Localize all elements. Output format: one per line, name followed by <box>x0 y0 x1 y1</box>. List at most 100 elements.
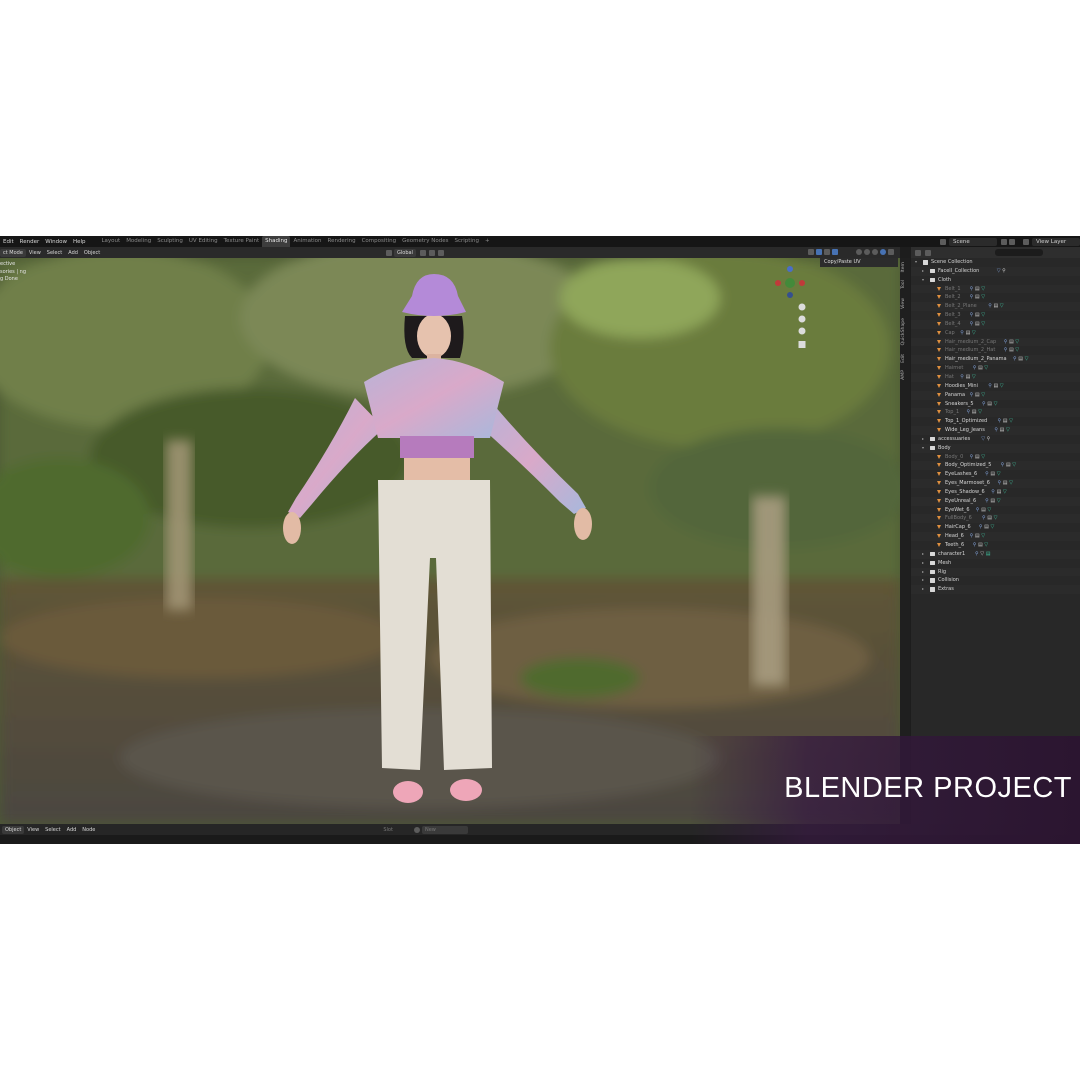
shader-menu-node[interactable]: Node <box>79 827 98 833</box>
menu-add[interactable]: Add <box>65 250 81 256</box>
outliner-row[interactable]: Sneakers_5 ⚲ ▤ ▽ <box>911 400 1080 409</box>
outliner-row[interactable]: ▸ accessuaries ▽ ⚲ <box>911 435 1080 444</box>
expand-arrow-icon[interactable]: ▾ <box>922 444 924 453</box>
menu-render[interactable]: Render <box>17 239 43 245</box>
view-layer-selector[interactable]: View Layer <box>1032 237 1080 246</box>
expand-arrow-icon[interactable]: ▾ <box>922 276 924 285</box>
expand-arrow-icon[interactable]: ▸ <box>922 267 924 276</box>
outliner-row[interactable]: EyeLashes_6 ⚲ ▤ ▽ <box>911 470 1080 479</box>
shader-mode-dropdown[interactable]: Object <box>2 825 25 834</box>
outliner-row[interactable]: Panama ⚲ ▤ ▽ <box>911 390 1080 400</box>
outliner-row[interactable]: Top_1_Optimized ⚲ ▤ ▽ <box>911 417 1080 426</box>
outliner-row[interactable]: Eyes_Shadow_6 ⚲ ▤ ▽ <box>911 488 1080 497</box>
delete-scene-icon[interactable] <box>1009 238 1015 245</box>
outliner-row[interactable]: EyeUnreal_6 ⚲ ▤ ▽ <box>911 496 1080 506</box>
outliner-row[interactable]: Hat ⚲ ▤ ▽ <box>911 372 1080 382</box>
wireframe-shading-icon[interactable] <box>856 249 862 255</box>
mode-dropdown[interactable]: ct Mode <box>0 248 26 257</box>
tab-amp[interactable]: AMP <box>901 370 906 380</box>
shader-menu-select[interactable]: Select <box>42 827 63 833</box>
outliner-row[interactable]: Top_1 ⚲ ▤ ▽ <box>911 408 1080 418</box>
navigation-gizmo[interactable] <box>770 261 810 351</box>
outliner-row[interactable]: ▸ Facell_Collection ▽ ⚲ <box>911 266 1080 276</box>
shader-menu-add[interactable]: Add <box>64 827 80 833</box>
outliner-row[interactable]: ▸ Rig <box>911 567 1080 577</box>
outliner-row[interactable]: Hair_medium_2_Hat ⚲ ▤ ▽ <box>911 346 1080 355</box>
new-material-button[interactable]: New <box>421 825 468 834</box>
tab-quickshape[interactable]: QuickShape <box>901 318 906 345</box>
outliner-row[interactable]: Teeth_6 ⚲ ▤ ▽ <box>911 541 1080 550</box>
editor-type-icon[interactable] <box>915 249 921 256</box>
expand-arrow-icon[interactable]: ▸ <box>922 435 924 444</box>
outliner-row[interactable]: Body_Optimized_5 ⚲ ▤ ▽ <box>911 461 1080 471</box>
expand-arrow-icon[interactable]: ▸ <box>922 550 924 559</box>
outliner-row[interactable]: Eyes_Marmoset_6 ⚲ ▤ ▽ <box>911 479 1080 488</box>
outliner-row[interactable]: Hair_medium_2_Cap ⚲ ▤ ▽ <box>911 337 1080 347</box>
outliner-row[interactable]: Hoodies_Mini ⚲ ▤ ▽ <box>911 382 1080 391</box>
outliner-row[interactable]: Belt_4 ⚲ ▤ ▽ <box>911 319 1080 329</box>
menu-window[interactable]: Window <box>42 239 70 245</box>
tab-layout[interactable]: Layout <box>98 236 123 247</box>
outliner-row[interactable]: ▸ Mesh <box>911 559 1080 568</box>
new-scene-icon[interactable] <box>1001 238 1007 245</box>
outliner-row[interactable]: ▸ character1 ⚲ ▽ ▤ <box>911 549 1080 559</box>
tab-texture-paint[interactable]: Texture Paint <box>221 236 263 247</box>
gizmo-toggle-icon[interactable] <box>816 249 822 255</box>
outliner-row[interactable]: ▸ Extras <box>911 585 1080 595</box>
outliner-row[interactable]: EyeWet_6 ⚲ ▤ ▽ <box>911 506 1080 515</box>
expand-arrow-icon[interactable]: ▾ <box>915 258 917 267</box>
outliner-row[interactable]: Body_0 ⚲ ▤ ▽ <box>911 453 1080 462</box>
outliner-row[interactable]: Belt_2 ⚲ ▤ ▽ <box>911 293 1080 302</box>
tab-modeling[interactable]: Modeling <box>123 236 154 247</box>
tab-shading[interactable]: Shading <box>262 236 291 247</box>
slot-dropdown[interactable]: Slot <box>380 827 396 833</box>
display-mode-icon[interactable] <box>925 249 931 256</box>
outliner-search-input[interactable] <box>995 249 1043 256</box>
menu-edit[interactable]: Edit <box>0 239 17 245</box>
proportional-edit-icon[interactable] <box>437 250 444 256</box>
tab-tool[interactable]: Tool <box>901 280 906 289</box>
shader-menu-view[interactable]: View <box>24 827 42 833</box>
tab-compositing[interactable]: Compositing <box>359 236 399 247</box>
menu-view[interactable]: View <box>26 250 44 256</box>
orientation-dropdown[interactable]: Global <box>394 249 416 257</box>
tab-animation[interactable]: Animation <box>290 236 324 247</box>
solid-shading-icon[interactable] <box>864 249 870 255</box>
outliner-row[interactable]: ▾ Scene Collection <box>911 258 1080 267</box>
expand-arrow-icon[interactable]: ▸ <box>922 576 924 585</box>
tab-geometry-nodes[interactable]: Geometry Nodes <box>399 236 451 247</box>
rendered-shading-icon[interactable] <box>880 249 886 255</box>
outliner-row[interactable]: ▾ Body <box>911 443 1080 453</box>
outliner-row[interactable]: FullBody_6 ⚲ ▤ ▽ <box>911 514 1080 524</box>
expand-arrow-icon[interactable]: ▸ <box>922 585 924 594</box>
outliner-row[interactable]: ▾ Cloth <box>911 276 1080 285</box>
outliner-row[interactable]: HairCap_6 ⚲ ▤ ▽ <box>911 523 1080 532</box>
outliner-row[interactable]: Head_6 ⚲ ▤ ▽ <box>911 532 1080 541</box>
tab-item[interactable]: Item <box>901 262 906 272</box>
tab-uv-editing[interactable]: UV Editing <box>186 236 221 247</box>
outliner-row[interactable]: Wide_Leg_Jeans ⚲ ▤ ▽ <box>911 426 1080 435</box>
scene-selector[interactable]: Scene <box>949 237 997 246</box>
menu-object[interactable]: Object <box>81 250 103 256</box>
outliner-row[interactable]: Hairnet ⚲ ▤ ▽ <box>911 364 1080 373</box>
menu-help[interactable]: Help <box>70 239 89 245</box>
overlay-icon[interactable] <box>824 249 830 255</box>
visibility-icon[interactable] <box>808 249 814 255</box>
outliner-row[interactable]: Cap ⚲ ▤ ▽ <box>911 329 1080 338</box>
material-shading-icon[interactable] <box>872 249 878 255</box>
outliner-row[interactable]: ▸ Collision <box>911 576 1080 585</box>
shading-options-icon[interactable] <box>888 249 894 255</box>
xray-icon[interactable] <box>832 249 838 255</box>
menu-select[interactable]: Select <box>44 250 65 256</box>
expand-arrow-icon[interactable]: ▸ <box>922 559 924 568</box>
tab-scripting[interactable]: Scripting <box>451 236 481 247</box>
tab-edit[interactable]: Edit <box>901 354 906 363</box>
snap-icon[interactable] <box>428 250 435 256</box>
tab-rendering[interactable]: Rendering <box>325 236 359 247</box>
outliner-row[interactable]: Hair_medium_2_Panama ⚲ ▤ ▽ <box>911 355 1080 365</box>
tab-view[interactable]: View <box>901 298 906 309</box>
outliner-row[interactable]: Belt_2_Plane ⚲ ▤ ▽ <box>911 302 1080 312</box>
add-workspace-button[interactable]: + <box>482 236 493 247</box>
copy-paste-uv-panel[interactable]: Copy/Paste UV <box>820 258 898 267</box>
expand-arrow-icon[interactable]: ▸ <box>922 568 924 577</box>
